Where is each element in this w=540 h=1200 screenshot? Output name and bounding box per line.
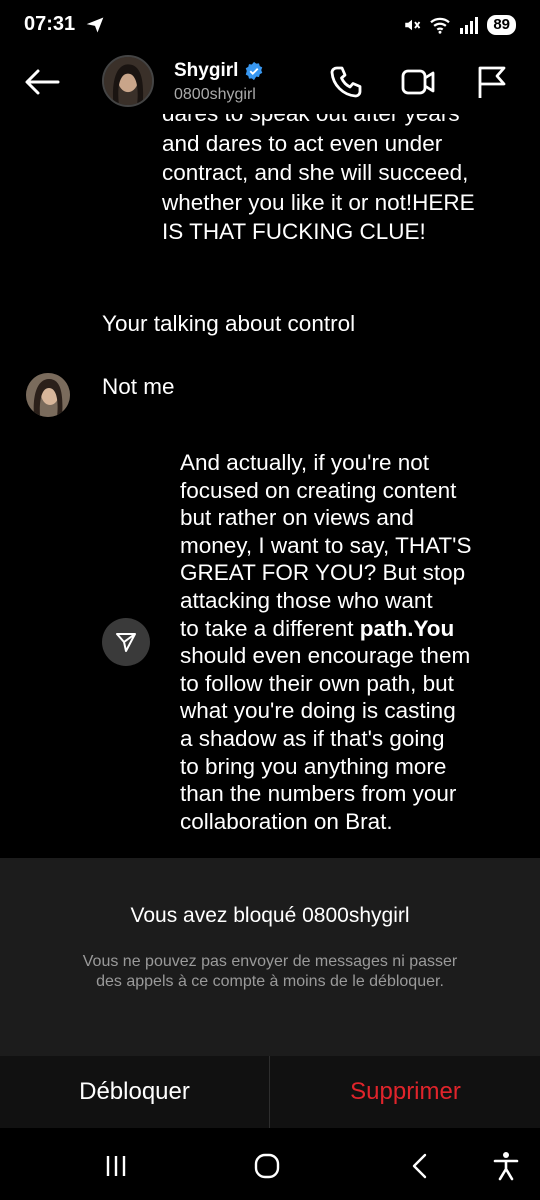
- flag-icon[interactable]: [474, 64, 510, 100]
- accessibility-icon[interactable]: [490, 1150, 522, 1182]
- sender-avatar: [26, 373, 70, 417]
- nav-back-icon[interactable]: [405, 1150, 437, 1182]
- status-time: 07:31: [24, 13, 76, 35]
- action-divider: [269, 1056, 270, 1128]
- message-line: to take a different path.You: [180, 615, 455, 641]
- message-text: And actually, if you're not focused on c…: [180, 449, 520, 835]
- send-icon: [86, 17, 104, 33]
- signal-icon: [460, 17, 479, 34]
- home-icon[interactable]: [251, 1150, 283, 1182]
- chat-header: Shygirl 0800shygirl: [0, 50, 540, 114]
- unblock-button[interactable]: Débloquer: [0, 1056, 269, 1128]
- video-camera-icon[interactable]: [400, 64, 436, 100]
- verified-badge-icon: [246, 61, 263, 81]
- delete-button[interactable]: Supprimer: [271, 1056, 540, 1128]
- blocked-description: Vous ne pouvez pas envoyer de messages n…: [82, 953, 458, 990]
- share-message-button[interactable]: [102, 618, 150, 666]
- wifi-icon: [430, 17, 451, 34]
- system-nav-bar: [0, 1128, 540, 1200]
- action-bar: Débloquer Supprimer: [0, 1056, 540, 1128]
- contact-name-row[interactable]: Shygirl: [174, 60, 264, 82]
- back-arrow-icon[interactable]: [22, 66, 62, 98]
- phone-icon[interactable]: [328, 64, 364, 100]
- contact-handle: 0800shygirl: [174, 86, 256, 103]
- reply-arrow-icon: [116, 633, 136, 652]
- message-text: Not me: [102, 374, 175, 399]
- blocked-panel: Vous avez bloqué 0800shygirl Vous ne pou…: [0, 858, 540, 1056]
- contact-name: Shygirl: [174, 60, 239, 81]
- blocked-title: Vous avez bloqué 0800shygirl: [130, 904, 410, 927]
- battery-level: 89: [487, 15, 516, 35]
- mute-icon: [405, 19, 421, 31]
- recents-icon[interactable]: [100, 1150, 132, 1182]
- avatar-photo: [104, 57, 152, 105]
- message-text: Your talking about control: [102, 311, 356, 336]
- message-thread[interactable]: dares to speak out after years and dares…: [0, 114, 540, 858]
- status-icons: 89: [403, 13, 516, 37]
- avatar[interactable]: [102, 55, 154, 107]
- message-text: dares to speak out after years and dares…: [162, 114, 475, 245]
- status-bar: 07:31 89: [0, 0, 540, 50]
